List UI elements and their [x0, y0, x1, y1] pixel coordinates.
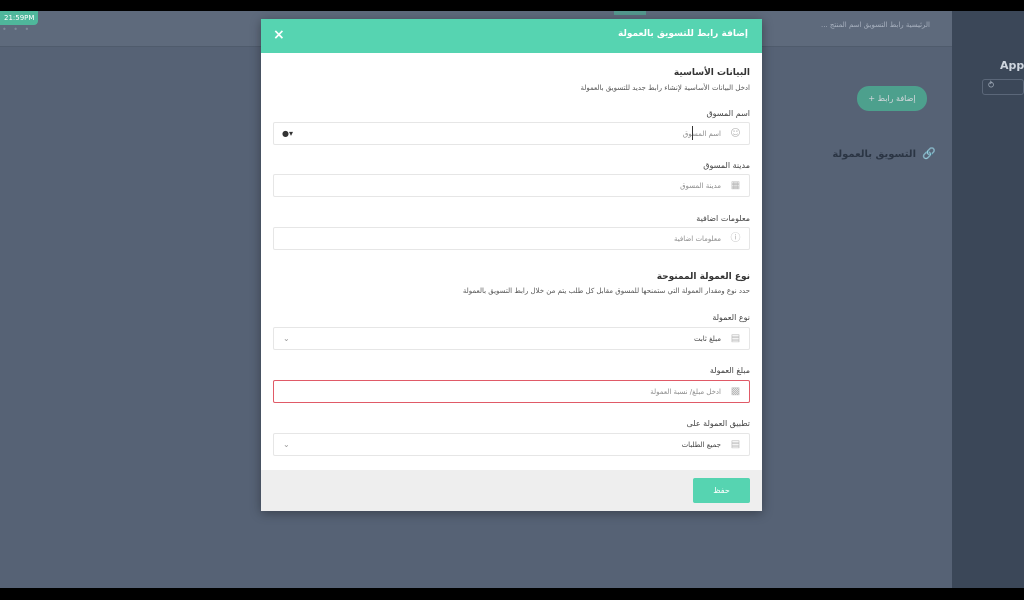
commission-section-title: نوع العمولة الممنوحة [656, 272, 750, 282]
commission-amount-input[interactable]: ▩ ادخل مبلغ/ نسبة العمولة [273, 380, 750, 403]
close-icon[interactable]: × [273, 27, 285, 43]
chevron-down-icon: ⌄ [283, 334, 290, 343]
letterbox-bottom [0, 588, 1024, 600]
save-button[interactable]: حفظ [693, 478, 750, 503]
status-time: 21:59PM [0, 11, 39, 25]
apply-on-label: تطبيق العمولة على [686, 419, 750, 428]
commission-type-select[interactable]: ▤ مبلغ ثابت ⌄ [273, 327, 750, 350]
document-icon: ▤ [730, 333, 741, 344]
document-icon: ▤ [730, 439, 741, 450]
money-icon: ▩ [730, 386, 741, 397]
modal-header: إضافة رابط للتسويق بالعمولة × [261, 19, 762, 53]
marketer-city-label: مدينة المسوق [703, 161, 750, 170]
commission-section-description: حدد نوع ومقدار العمولة التي ستمنحها للمس… [462, 287, 750, 295]
background-breadcrumb: الرئيسية رابط التسويق اسم المنتج ... [820, 21, 930, 29]
background-card-title: التسويق بالعمولة [832, 149, 916, 160]
background-tab-accent [614, 11, 646, 15]
add-affiliate-link-modal: إضافة رابط للتسويق بالعمولة × البيانات ا… [261, 19, 762, 511]
contact-picker-icon[interactable]: ●▾ [282, 128, 293, 140]
extra-info-input[interactable]: ⓘ معلومات اضافية [273, 227, 750, 250]
modal-footer: حفظ [261, 470, 762, 511]
background-card: التسويق بالعمولة 🔗 [770, 121, 940, 191]
basic-section-description: ادخل البيانات الأساسية لإنشاء رابط جديد … [580, 84, 750, 92]
apply-on-select[interactable]: ▤ جميع الطلبات ⌄ [273, 433, 750, 456]
dots-icon: • • • [2, 25, 32, 34]
link-icon: 🔗 [922, 147, 936, 160]
letterbox-top [0, 0, 1024, 11]
marketer-city-placeholder: مدينة المسوق [680, 182, 721, 190]
commission-type-value: مبلغ ثابت [693, 335, 721, 343]
marketer-name-placeholder: اسم المسوق [682, 130, 721, 138]
modal-title: إضافة رابط للتسويق بالعمولة [618, 29, 748, 39]
extra-info-placeholder: معلومات اضافية [674, 235, 721, 243]
chevron-down-icon: ⌄ [283, 440, 290, 449]
commission-amount-label: مبلغ العمولة [709, 366, 750, 375]
apply-on-value: جميع الطلبات [681, 441, 721, 449]
commission-type-label: نوع العمولة [712, 313, 750, 322]
commission-amount-placeholder: ادخل مبلغ/ نسبة العمولة [650, 388, 721, 396]
basic-section-title: البيانات الأساسية [673, 68, 750, 78]
background-app-title: App [1000, 59, 1024, 72]
extra-info-label: معلومات اضافية [696, 214, 750, 223]
marketer-city-input[interactable]: ▦ مدينة المسوق [273, 174, 750, 197]
share-icon: ⥁ [988, 81, 995, 91]
text-cursor [692, 126, 693, 140]
marketer-name-label: اسم المسوق [706, 109, 750, 118]
person-icon: ☺ [730, 128, 741, 139]
background-add-button: + إضافة رابط [857, 86, 927, 111]
background-sidebar [952, 11, 1024, 588]
marketer-name-input[interactable]: ☺ اسم المسوق ●▾ [273, 122, 750, 145]
building-icon: ▦ [730, 180, 741, 191]
info-icon: ⓘ [730, 233, 741, 244]
